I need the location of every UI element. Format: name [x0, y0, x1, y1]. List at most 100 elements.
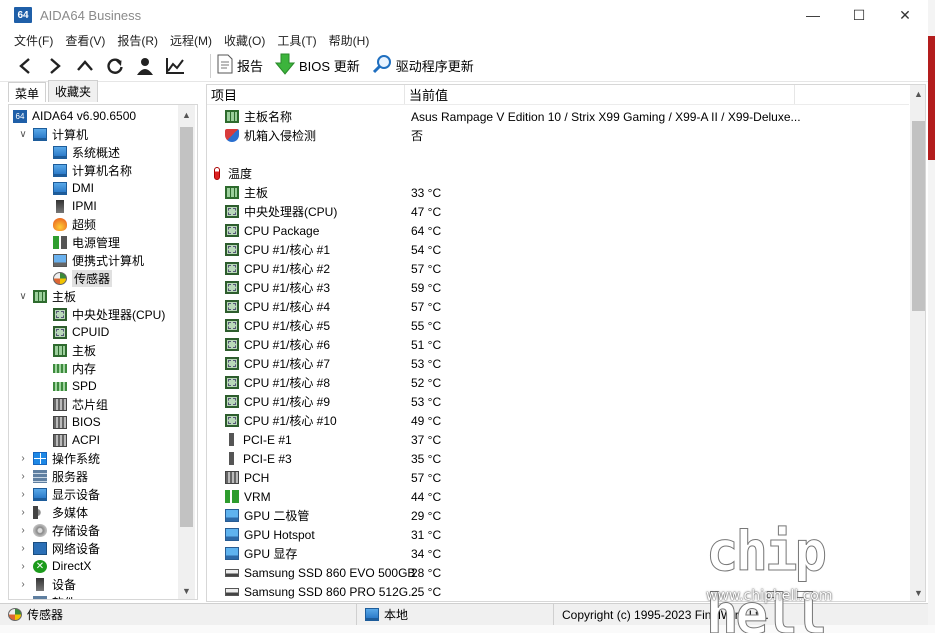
user-icon[interactable]: [130, 52, 160, 80]
tree-item-motherboard[interactable]: ∨ 主板: [17, 287, 76, 305]
tree-item-spd[interactable]: SPD: [53, 377, 97, 395]
refresh-icon[interactable]: [100, 52, 130, 80]
tree-item-bios[interactable]: BIOS: [53, 413, 101, 431]
grid-scrollbar[interactable]: ▲ ▼: [910, 85, 925, 601]
table-row[interactable]: CPU Package 64 °C: [207, 221, 909, 240]
tree-item-overclock[interactable]: 超频: [53, 215, 96, 233]
tree-item-power-management[interactable]: 电源管理: [53, 233, 120, 251]
table-row[interactable]: CPU #1/核心 #1 54 °C: [207, 240, 909, 259]
up-icon[interactable]: [70, 52, 100, 80]
tree-item-devices[interactable]: › 设备: [17, 575, 76, 593]
table-row[interactable]: CPU #1/核心 #5 55 °C: [207, 316, 909, 335]
minimize-button[interactable]: —: [790, 0, 836, 30]
scroll-up-icon[interactable]: ▲: [178, 107, 195, 123]
table-row[interactable]: VRM 44 °C: [207, 487, 909, 506]
table-row[interactable]: 中央处理器(CPU) 47 °C: [207, 202, 909, 221]
grid-scroll-thumb[interactable]: [912, 121, 925, 311]
tree-item-dmi[interactable]: DMI: [53, 179, 94, 197]
table-row[interactable]: CPU #1/核心 #9 53 °C: [207, 392, 909, 411]
table-row[interactable]: CPU #1/核心 #4 57 °C: [207, 297, 909, 316]
memory-icon: [53, 381, 67, 391]
table-row[interactable]: 主板名称 Asus Rampage V Edition 10 / Strix X…: [207, 107, 909, 126]
tree-item-memory[interactable]: 内存: [53, 359, 96, 377]
expand-icon[interactable]: ›: [17, 597, 29, 600]
menu-tools[interactable]: 工具(T): [271, 32, 322, 49]
expand-icon[interactable]: ›: [17, 579, 29, 590]
expand-icon[interactable]: ›: [17, 525, 29, 536]
table-row[interactable]: CPU #1/核心 #2 57 °C: [207, 259, 909, 278]
close-button[interactable]: ✕: [882, 0, 928, 30]
tree-item-software[interactable]: › 软件: [17, 593, 76, 600]
tree-item-system-summary[interactable]: 系统概述: [53, 143, 120, 161]
table-row[interactable]: GPU 二极管 29 °C: [207, 506, 909, 525]
network-icon: [33, 541, 47, 555]
back-icon[interactable]: [10, 52, 40, 80]
maximize-button[interactable]: ☐: [836, 0, 882, 30]
table-row[interactable]: CPU #1/核心 #8 52 °C: [207, 373, 909, 392]
expand-icon[interactable]: ›: [17, 507, 29, 518]
menu-favorites[interactable]: 收藏(O): [218, 32, 271, 49]
tree-label: 内存: [72, 361, 97, 376]
tree-item-display[interactable]: › 显示设备: [17, 485, 100, 503]
scroll-up-icon[interactable]: ▲: [910, 86, 925, 102]
table-row[interactable]: CPU #1/核心 #10 49 °C: [207, 411, 909, 430]
tree-label: 计算机名称: [72, 163, 133, 178]
tab-favorites[interactable]: 收藏夹: [48, 80, 99, 102]
tree-scrollbar[interactable]: ▲ ▼: [178, 105, 195, 599]
report-button[interactable]: 报告: [217, 54, 263, 77]
tree-item-computer-name[interactable]: 计算机名称: [53, 161, 132, 179]
menu-report[interactable]: 报告(R): [111, 32, 164, 49]
tree-label: 超频: [72, 217, 97, 232]
tree-item-ipmi[interactable]: IPMI: [53, 197, 97, 215]
table-row[interactable]: Samsung SSD 860 PRO 512G... 25 °C: [207, 582, 909, 601]
table-row[interactable]: PCI-E #3 35 °C: [207, 449, 909, 468]
scroll-down-icon[interactable]: ▼: [910, 585, 925, 601]
expand-icon[interactable]: ›: [17, 453, 29, 464]
tree-item-portable[interactable]: 便携式计算机: [53, 251, 144, 269]
menu-help[interactable]: 帮助(H): [323, 32, 376, 49]
tree-label: 设备: [52, 577, 77, 592]
table-row[interactable]: CPU #1/核心 #6 51 °C: [207, 335, 909, 354]
table-row[interactable]: PCI-E #1 37 °C: [207, 430, 909, 449]
table-row[interactable]: GPU Hotspot 31 °C: [207, 525, 909, 544]
tree-item-cpu[interactable]: 中央处理器(CPU): [53, 305, 165, 323]
tree-item-network[interactable]: › 网络设备: [17, 539, 100, 557]
tree-item-mainboard[interactable]: 主板: [53, 341, 96, 359]
bios-update-button[interactable]: BIOS 更新: [274, 53, 360, 78]
table-row[interactable]: Samsung SSD 860 EVO 500GB 28 °C: [207, 563, 909, 582]
menu-remote[interactable]: 远程(M): [164, 32, 218, 49]
table-row[interactable]: GPU 显存 34 °C: [207, 544, 909, 563]
chart-icon[interactable]: [160, 52, 190, 80]
scroll-down-icon[interactable]: ▼: [178, 583, 195, 599]
tree-item-multimedia[interactable]: › 多媒体: [17, 503, 88, 521]
expand-icon[interactable]: ›: [17, 561, 29, 572]
tree-item-os[interactable]: › 操作系统: [17, 449, 100, 467]
forward-icon[interactable]: [40, 52, 70, 80]
expand-icon[interactable]: ›: [17, 489, 29, 500]
collapse-icon[interactable]: ∨: [17, 291, 29, 302]
tree-item-storage[interactable]: › 存储设备: [17, 521, 100, 539]
col-header-item[interactable]: 项目: [207, 85, 405, 104]
tree-item-directx[interactable]: › ✕ DirectX: [17, 557, 91, 575]
expand-icon[interactable]: ›: [17, 471, 29, 482]
menu-view[interactable]: 查看(V): [59, 32, 111, 49]
table-row[interactable]: CPU #1/核心 #7 53 °C: [207, 354, 909, 373]
tree-item-root[interactable]: 64 AIDA64 v6.90.6500: [13, 107, 136, 125]
driver-update-button[interactable]: 驱动程序更新: [372, 54, 474, 77]
expand-icon[interactable]: ›: [17, 543, 29, 554]
table-row[interactable]: 主板 33 °C: [207, 183, 909, 202]
menu-file[interactable]: 文件(F): [8, 32, 59, 49]
table-row[interactable]: PCH 57 °C: [207, 468, 909, 487]
collapse-icon[interactable]: ∨: [17, 129, 29, 140]
tree-item-chipset[interactable]: 芯片组: [53, 395, 108, 413]
tab-menu[interactable]: 菜单: [8, 82, 47, 102]
tree-item-acpi[interactable]: ACPI: [53, 431, 100, 449]
table-row[interactable]: CPU #1/核心 #3 59 °C: [207, 278, 909, 297]
tree-scroll-thumb[interactable]: [180, 127, 193, 527]
tree-item-computer[interactable]: ∨ 计算机: [17, 125, 88, 143]
col-header-value[interactable]: 当前值: [405, 85, 795, 104]
tree-item-server[interactable]: › 服务器: [17, 467, 88, 485]
tree-item-sensor[interactable]: 传感器: [53, 269, 113, 287]
tree-item-cpuid[interactable]: CPUID: [53, 323, 109, 341]
table-row[interactable]: 机箱入侵检测 否: [207, 126, 909, 145]
